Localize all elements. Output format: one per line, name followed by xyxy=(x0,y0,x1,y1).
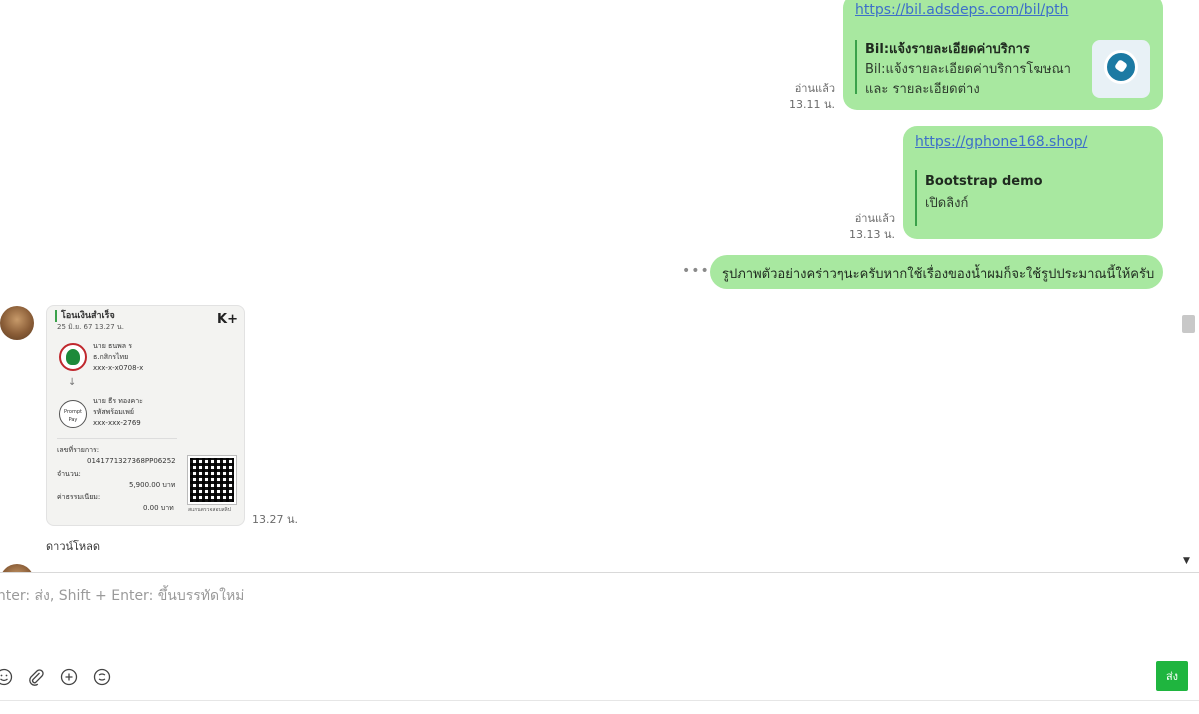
scroll-down-arrow-icon[interactable]: ▼ xyxy=(1183,556,1190,566)
link-preview-thumbnail[interactable] xyxy=(1092,40,1150,98)
bottom-bar xyxy=(0,700,1199,714)
receiver-type: รหัสพร้อมเพย์ xyxy=(93,408,134,416)
link-preview-description-continued: และ รายละเอียดต่าง xyxy=(865,82,980,97)
receiver-name: นาย ธีร ทองคาะ xyxy=(93,397,143,405)
message-time: 13.27 น. xyxy=(252,513,299,526)
message-link[interactable]: https://bil.adsdeps.com/bil/pth xyxy=(855,2,1068,18)
outgoing-text-message[interactable]: รูปภาพตัวอย่างคร่าวๆนะครับหากใช้เรื่องขอ… xyxy=(710,255,1163,289)
ref-value: 0141771327368PP06252 xyxy=(87,457,176,465)
link-preview[interactable]: Bil:แจ้งรายละเอียดค่าบริการ Bil:แจ้งรายล… xyxy=(855,40,1075,97)
kplus-logo: K+ xyxy=(217,312,238,327)
avatar[interactable] xyxy=(0,564,34,572)
link-preview-description: เปิดลิงก์ xyxy=(925,196,969,211)
message-input[interactable] xyxy=(0,581,1138,641)
message-time: 13.11 น. xyxy=(788,98,835,111)
link-preview[interactable]: Bootstrap demo เปิดลิงก์ xyxy=(915,170,1115,226)
promptpay-icon: Prompt Pay xyxy=(59,400,87,428)
sender-bank: ธ.กสิกรไทย xyxy=(93,353,129,361)
amount-label: จำนวน: xyxy=(57,470,81,478)
message-composer: ส่ง xyxy=(0,572,1199,700)
fee-value: 0.00 บาท xyxy=(143,504,174,512)
read-status: อ่านแล้ว xyxy=(794,82,835,95)
qr-code xyxy=(187,455,237,505)
receiver-info: นาย ธีร ทองคาะ รหัสพร้อมเพย์ xxx-xxx-276… xyxy=(93,396,143,429)
fee-label: ค่าธรรมเนียม: xyxy=(57,493,101,501)
send-button[interactable]: ส่ง xyxy=(1156,661,1188,691)
outgoing-link-message-2[interactable]: https://gphone168.shop/ Bootstrap demo เ… xyxy=(903,126,1163,239)
chat-scrollbar[interactable] xyxy=(1181,0,1199,572)
paperclip-icon[interactable] xyxy=(26,667,46,687)
message-link[interactable]: https://gphone168.shop/ xyxy=(915,134,1087,150)
scrollbar-thumb[interactable] xyxy=(1182,315,1195,333)
sender-info: นาย ธนพล ร ธ.กสิกรไทย xxx-x-x0708-x xyxy=(93,341,143,374)
amount-value: 5,900.00 บาท xyxy=(129,481,176,489)
receipt-date: 25 มิ.ย. 67 13.27 น. xyxy=(57,323,124,331)
read-status: อ่านแล้ว xyxy=(854,212,895,225)
download-link[interactable]: ดาวน์โหลด xyxy=(46,537,100,555)
chat-messages-area[interactable]: https://bil.adsdeps.com/bil/pth Bil:แจ้ง… xyxy=(0,0,1181,572)
message-text: รูปภาพตัวอย่างคร่าวๆนะครับหากใช้เรื่องขอ… xyxy=(722,267,1155,282)
message-time: 13.13 น. xyxy=(848,228,895,241)
kasikorn-bank-icon xyxy=(59,343,87,371)
transfer-receipt-image[interactable]: โอนเงินสำเร็จ 25 มิ.ย. 67 13.27 น. K+ นา… xyxy=(46,305,245,526)
avatar[interactable] xyxy=(0,306,34,340)
receipt-title: โอนเงินสำเร็จ xyxy=(55,310,115,322)
qr-caption: สแกนตรวจสอบสลิป xyxy=(188,507,231,513)
arrow-down-icon: ↓ xyxy=(68,377,77,388)
sticker-icon[interactable] xyxy=(92,667,112,687)
emoji-icon[interactable] xyxy=(0,667,14,687)
message-meta-1: อ่านแล้ว 13.11 น. xyxy=(770,81,835,113)
plus-circle-icon[interactable] xyxy=(59,667,79,687)
link-preview-title: Bootstrap demo xyxy=(925,174,1043,189)
sender-account: xxx-x-x0708-x xyxy=(93,364,144,372)
ref-label: เลขที่รายการ: xyxy=(57,446,100,454)
more-dots-icon[interactable]: ••• xyxy=(682,263,710,279)
link-preview-title: Bil:แจ้งรายละเอียดค่าบริการ xyxy=(865,42,1030,57)
message-meta-2: อ่านแล้ว 13.13 น. xyxy=(830,211,895,243)
receiver-account: xxx-xxx-2769 xyxy=(93,419,141,427)
link-preview-description: Bil:แจ้งรายละเอียดค่าบริการโฆษณา xyxy=(865,62,1071,77)
sender-name: นาย ธนพล ร xyxy=(93,342,132,350)
